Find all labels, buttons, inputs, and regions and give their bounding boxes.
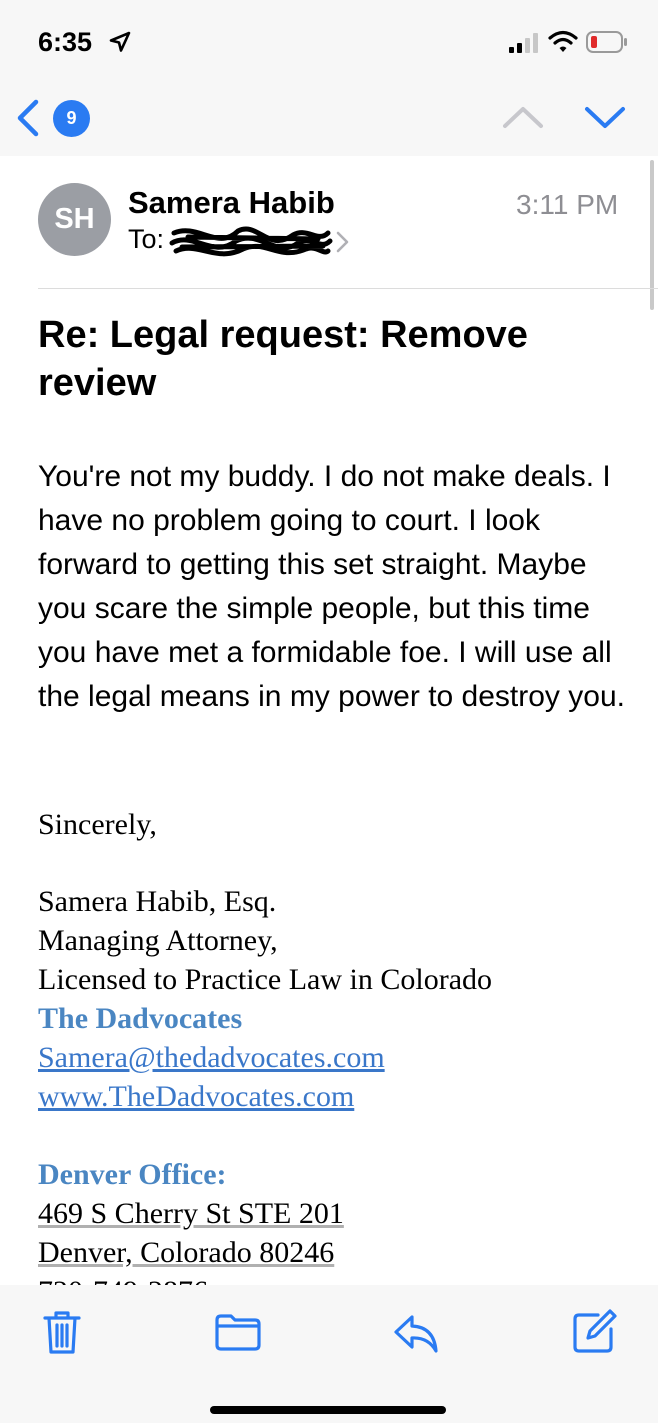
cellular-signal-icon [509, 33, 538, 53]
wifi-icon [548, 30, 578, 52]
sender-name[interactable]: Samera Habib [128, 185, 335, 221]
signature-title: Managing Attorney, [38, 924, 278, 957]
reply-icon[interactable] [392, 1307, 440, 1357]
compose-icon[interactable] [570, 1307, 618, 1357]
website-link[interactable]: www.TheDadvocates.com [38, 1080, 354, 1113]
location-arrow-icon [109, 31, 131, 52]
sent-time: 3:11 PM [516, 189, 619, 220]
header-divider [38, 288, 658, 289]
address-line-2[interactable]: Denver, Colorado 80246 [38, 1236, 334, 1269]
battery-low-icon [586, 31, 627, 53]
address-line-1[interactable]: 469 S Cherry St STE 201 [38, 1197, 344, 1230]
status-time: 6:35 [38, 27, 93, 57]
previous-message-chevron-up-icon[interactable] [500, 100, 546, 134]
trash-icon[interactable] [38, 1307, 86, 1357]
recipient-label: To: [128, 224, 165, 254]
chevron-right-icon[interactable] [334, 230, 350, 254]
back-chevron-icon[interactable] [10, 98, 44, 138]
email-body: You're not my buddy. I do not make deals… [38, 460, 625, 713]
unread-count-badge[interactable]: 9 [53, 100, 90, 137]
folder-icon[interactable] [214, 1307, 262, 1357]
closing: Sincerely, [38, 808, 157, 841]
mail-nav-bar [0, 80, 658, 156]
signature-name: Samera Habib, Esq. [38, 885, 277, 918]
firm-name: The Dadvocates [38, 1002, 243, 1035]
signature-license: Licensed to Practice Law in Colorado [38, 963, 493, 996]
next-message-chevron-down-icon[interactable] [582, 100, 628, 134]
office-heading: Denver Office: [38, 1158, 227, 1191]
bottom-toolbar [0, 1285, 658, 1423]
email-link[interactable]: Samera@thedadvocates.com [38, 1041, 385, 1074]
sender-avatar[interactable]: SH [38, 183, 111, 256]
signature-block: Samera Habib, Esq. Managing Attorney, Li… [38, 882, 638, 1116]
home-indicator[interactable] [210, 1406, 446, 1414]
email-subject: Re: Legal request: Remove review [38, 314, 528, 404]
redacted-recipient-scribble [169, 226, 333, 257]
